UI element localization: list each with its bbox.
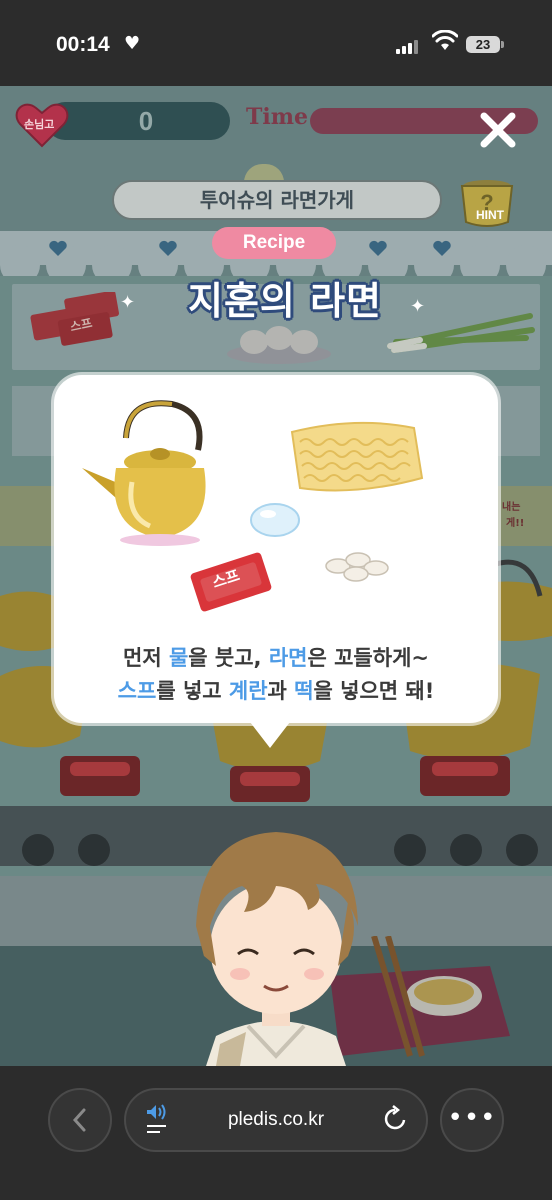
ingredient-water: 물 bbox=[168, 646, 189, 670]
game-canvas[interactable]: 스프 내는 게!! 손님고 0 Time 투어슈의 라면가게 ? HINT Re… bbox=[0, 86, 552, 1066]
shop-sign: 투어슈의 라면가게 bbox=[112, 180, 442, 220]
recipe-instruction-line-1: 먼저 물을 붓고, 라면은 꼬들하게~ bbox=[54, 642, 498, 672]
ingredient-ramen: 라면 bbox=[268, 646, 308, 670]
back-button[interactable] bbox=[48, 1088, 112, 1152]
time-label: Time bbox=[246, 104, 309, 130]
recipe-instruction-line-2: 스프를 넣고 계란과 떡을 넣으면 돼! bbox=[54, 675, 498, 705]
reload-icon[interactable] bbox=[380, 1104, 410, 1134]
kettle-icon bbox=[82, 400, 206, 546]
ingredient-soup: 스프 bbox=[117, 679, 157, 703]
instruction-text: 을 넣으면 돼! bbox=[313, 679, 435, 703]
browser-toolbar: pledis.co.kr ••• bbox=[0, 1066, 552, 1200]
chef-character bbox=[196, 832, 358, 1066]
instruction-text: 먼저 bbox=[123, 646, 169, 670]
instruction-text: 은 꼬들하게~ bbox=[307, 646, 429, 670]
instruction-text: 과 bbox=[267, 679, 295, 703]
cellular-signal-icon bbox=[396, 38, 418, 54]
speech-bubble-tail bbox=[250, 722, 290, 748]
wifi-icon bbox=[432, 30, 458, 50]
instruction-text: 를 넣고 bbox=[156, 679, 229, 703]
sparkle-icon: ✦ bbox=[120, 292, 136, 313]
more-options-button[interactable]: ••• bbox=[440, 1088, 504, 1152]
status-bar: 00:14 ♥ 23 bbox=[0, 0, 552, 86]
status-time: 00:14 bbox=[56, 33, 110, 56]
water-drop-icon bbox=[250, 503, 300, 537]
ingredient-rice-cake: 떡 bbox=[294, 679, 314, 703]
close-icon[interactable] bbox=[474, 106, 522, 154]
recipe-title: 지훈의 라면 bbox=[187, 279, 383, 323]
battery-icon: 23 bbox=[466, 36, 500, 53]
score-value: 0 bbox=[138, 106, 154, 136]
battery-tip bbox=[501, 41, 504, 48]
heart-icon: ♥ bbox=[124, 33, 141, 54]
chevron-left-icon bbox=[72, 1108, 86, 1132]
rice-cakes-icon bbox=[325, 552, 389, 582]
hint-button[interactable]: HINT bbox=[462, 208, 518, 222]
noodle-block-icon bbox=[290, 421, 424, 492]
instruction-text: 을 붓고, bbox=[188, 646, 269, 670]
recipe-badge: Recipe bbox=[212, 227, 336, 259]
ingredient-egg: 계란 bbox=[228, 679, 268, 703]
